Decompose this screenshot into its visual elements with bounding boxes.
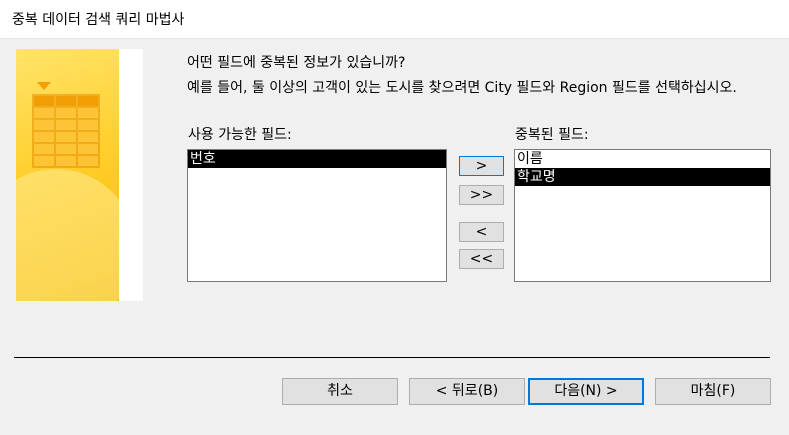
available-fields-label: 사용 가능한 필드:	[188, 127, 292, 143]
table-grid-icon	[32, 94, 100, 168]
list-item[interactable]: 번호	[188, 150, 446, 168]
next-button[interactable]: 다음(N) >	[528, 378, 644, 405]
window-title: 중복 데이터 검색 쿼리 마법사	[12, 12, 185, 28]
finish-button[interactable]: 마침(F)	[655, 378, 771, 405]
available-fields-list[interactable]: 번호	[187, 149, 447, 282]
example-text: 예를 들어, 둘 이상의 고객이 있는 도시를 찾으려면 City 필드와 Re…	[187, 80, 737, 96]
remove-all-button[interactable]: <<	[459, 249, 504, 269]
remove-one-button[interactable]: <	[459, 222, 504, 242]
selected-fields-label: 중복된 필드:	[515, 127, 589, 143]
wizard-art-panel	[16, 49, 119, 301]
question-text: 어떤 필드에 중복된 정보가 있습니까?	[187, 55, 406, 71]
wizard-illustration	[16, 49, 143, 301]
list-item[interactable]: 이름	[515, 150, 770, 168]
down-arrow-icon	[37, 82, 51, 90]
art-glow	[16, 169, 119, 301]
cancel-button[interactable]: 취소	[282, 378, 398, 405]
back-button[interactable]: < 뒤로(B)	[409, 378, 525, 405]
title-bar: 중복 데이터 검색 쿼리 마법사	[0, 0, 789, 39]
footer-divider	[14, 357, 770, 358]
list-item[interactable]: 학교명	[515, 168, 770, 186]
add-all-button[interactable]: >>	[459, 185, 504, 205]
add-one-button[interactable]: >	[459, 156, 504, 176]
selected-fields-list[interactable]: 이름 학교명	[514, 149, 771, 282]
